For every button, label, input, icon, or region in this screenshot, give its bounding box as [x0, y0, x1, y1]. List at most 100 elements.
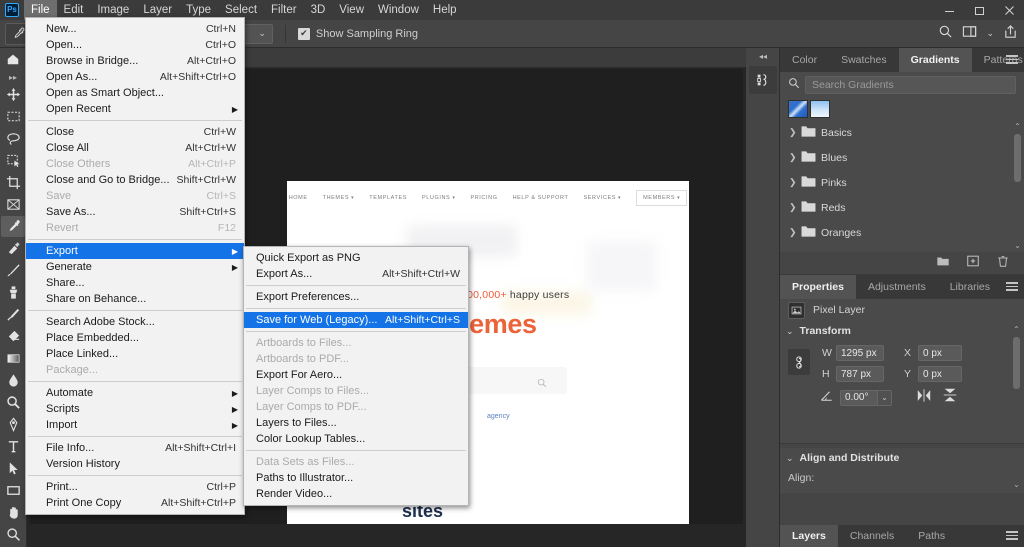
- eyedropper-tool-icon[interactable]: [1, 216, 25, 237]
- website-nav-templates[interactable]: TEMPLATES: [369, 195, 407, 201]
- blur-tool-icon[interactable]: [1, 370, 25, 391]
- file-menu-item-close[interactable]: CloseCtrl+W: [26, 124, 244, 140]
- path-selection-tool-icon[interactable]: [1, 458, 25, 479]
- x-input[interactable]: 0 px: [918, 345, 962, 361]
- scroll-thumb[interactable]: [1013, 337, 1020, 389]
- export-item-layers-to-files[interactable]: Layers to Files...: [244, 415, 468, 431]
- lasso-tool-icon[interactable]: [1, 128, 25, 149]
- brush-tool-icon[interactable]: [1, 260, 25, 281]
- website-nav-plugins[interactable]: PLUGINS▾: [422, 195, 455, 201]
- file-menu-item-close-all[interactable]: Close AllAlt+Ctrl+W: [26, 140, 244, 156]
- gradient-group-oranges[interactable]: ❯Oranges: [780, 220, 1024, 245]
- gradient-tool-icon[interactable]: [1, 348, 25, 369]
- panel-menu-icon[interactable]: [1006, 282, 1018, 293]
- w-input[interactable]: 1295 px: [836, 345, 884, 361]
- show-sampling-ring-checkbox[interactable]: ✔: [298, 28, 310, 40]
- menu-help[interactable]: Help: [426, 0, 464, 20]
- spot-healing-brush-tool-icon[interactable]: [1, 238, 25, 259]
- rectangle-tool-icon[interactable]: [1, 480, 25, 501]
- menu-view[interactable]: View: [332, 0, 371, 20]
- panel-menu-icon[interactable]: [1006, 531, 1018, 542]
- file-menu-item-automate[interactable]: Automate▶: [26, 385, 244, 401]
- gradient-group-basics[interactable]: ❯Basics: [780, 120, 1024, 145]
- export-item-export-for-aero[interactable]: Export For Aero...: [244, 367, 468, 383]
- search-gradients-input[interactable]: Search Gradients: [805, 76, 1016, 94]
- file-menu-item-place-linked[interactable]: Place Linked...: [26, 346, 244, 362]
- pen-tool-icon[interactable]: [1, 414, 25, 435]
- file-menu-item-export[interactable]: Export▶: [26, 243, 244, 259]
- panel-menu-icon[interactable]: [1006, 55, 1018, 66]
- website-nav-themes[interactable]: THEMES▾: [323, 195, 355, 201]
- chevron-down-icon[interactable]: ⌄: [986, 28, 994, 39]
- tab-channels[interactable]: Channels: [838, 525, 906, 547]
- file-menu-item-browse-in-bridge[interactable]: Browse in Bridge...Alt+Ctrl+O: [26, 53, 244, 69]
- home-icon[interactable]: [1, 48, 25, 69]
- tab-gradients[interactable]: Gradients: [899, 48, 972, 72]
- scroll-down-icon[interactable]: ⌄: [1013, 241, 1022, 250]
- angle-input[interactable]: 0.00°: [840, 390, 878, 406]
- file-menu-item-print[interactable]: Print...Ctrl+P: [26, 479, 244, 495]
- transform-section-header[interactable]: ⌄ Transform: [780, 321, 1024, 341]
- export-item-quick-export-as-png[interactable]: Quick Export as PNG: [244, 250, 468, 266]
- website-nav-home[interactable]: HOME: [289, 195, 308, 201]
- align-scrollbar[interactable]: ⌄: [1012, 452, 1021, 489]
- gradient-swatch-blue-diagonal[interactable]: [788, 100, 808, 118]
- agency-link[interactable]: agency: [487, 413, 510, 420]
- gradient-groups-list[interactable]: ❯Basics❯Blues❯Pinks❯Reds❯Oranges ⌃ ⌄: [780, 120, 1024, 252]
- history-brush-tool-icon[interactable]: [1, 304, 25, 325]
- move-tool-icon[interactable]: [1, 84, 25, 105]
- file-menu-dropdown[interactable]: New...Ctrl+NOpen...Ctrl+OBrowse in Bridg…: [25, 17, 245, 515]
- file-menu-item-open-as[interactable]: Open As...Alt+Shift+Ctrl+O: [26, 69, 244, 85]
- flip-vertical-icon[interactable]: [942, 387, 958, 408]
- tab-adjustments[interactable]: Adjustments: [856, 275, 938, 299]
- tab-layers[interactable]: Layers: [780, 525, 838, 547]
- file-menu-item-import[interactable]: Import▶: [26, 417, 244, 433]
- share-icon[interactable]: [1003, 24, 1018, 44]
- hand-tool-icon[interactable]: [1, 502, 25, 523]
- eraser-tool-icon[interactable]: [1, 326, 25, 347]
- file-menu-item-share[interactable]: Share...: [26, 275, 244, 291]
- file-menu-item-new[interactable]: New...Ctrl+N: [26, 21, 244, 37]
- chevron-down-icon[interactable]: ⌄: [878, 390, 892, 406]
- website-nav-pricing[interactable]: PRICING: [470, 195, 497, 201]
- export-item-color-lookup-tables[interactable]: Color Lookup Tables...: [244, 431, 468, 447]
- frame-tool-icon[interactable]: [1, 194, 25, 215]
- file-menu-item-share-on-behance[interactable]: Share on Behance...: [26, 291, 244, 307]
- gradient-group-pinks[interactable]: ❯Pinks: [780, 170, 1024, 195]
- gradient-scrollbar[interactable]: ⌃ ⌄: [1013, 122, 1022, 250]
- export-item-save-for-web-legacy[interactable]: Save for Web (Legacy)...Alt+Shift+Ctrl+S: [244, 312, 468, 328]
- website-nav-members[interactable]: MEMBERS▾: [636, 190, 687, 206]
- tab-properties[interactable]: Properties: [780, 275, 856, 299]
- website-nav-services[interactable]: SERVICES▾: [583, 195, 621, 201]
- tab-swatches[interactable]: Swatches: [829, 48, 899, 72]
- scroll-thumb[interactable]: [1014, 134, 1021, 182]
- new-group-icon[interactable]: [936, 254, 950, 273]
- clone-stamp-tool-icon[interactable]: [1, 282, 25, 303]
- scroll-up-icon[interactable]: ⌃: [1013, 122, 1022, 131]
- chevron-right-icon[interactable]: ❯: [789, 177, 801, 188]
- flip-horizontal-icon[interactable]: [916, 388, 932, 408]
- object-selection-tool-icon[interactable]: [1, 150, 25, 171]
- tab-color[interactable]: Color: [780, 48, 829, 72]
- export-item-export-preferences[interactable]: Export Preferences...: [244, 289, 468, 305]
- export-item-render-video[interactable]: Render Video...: [244, 486, 468, 502]
- delete-icon[interactable]: [996, 254, 1010, 273]
- file-menu-item-place-embedded[interactable]: Place Embedded...: [26, 330, 244, 346]
- file-menu-item-open[interactable]: Open...Ctrl+O: [26, 37, 244, 53]
- file-menu-item-version-history[interactable]: Version History: [26, 456, 244, 472]
- zoom-tool-icon[interactable]: [1, 524, 25, 545]
- close-icon[interactable]: [994, 0, 1024, 20]
- file-menu-item-search-adobe-stock[interactable]: Search Adobe Stock...: [26, 314, 244, 330]
- scroll-down-icon[interactable]: ⌄: [1012, 480, 1021, 489]
- align-section-header[interactable]: ⌄ Align and Distribute: [780, 448, 1024, 468]
- file-menu-item-open-recent[interactable]: Open Recent▶: [26, 101, 244, 117]
- type-tool-icon[interactable]: [1, 436, 25, 457]
- libraries-icon[interactable]: [749, 66, 777, 94]
- file-menu-item-scripts[interactable]: Scripts▶: [26, 401, 244, 417]
- file-menu-item-close-and-go-to-bridge[interactable]: Close and Go to Bridge...Shift+Ctrl+W: [26, 172, 244, 188]
- dock-collapse-icon[interactable]: ◂◂: [746, 48, 780, 64]
- link-wh-icon[interactable]: [788, 349, 810, 375]
- export-item-paths-to-illustrator[interactable]: Paths to Illustrator...: [244, 470, 468, 486]
- menu-window[interactable]: Window: [371, 0, 426, 20]
- chevron-right-icon[interactable]: ❯: [789, 227, 801, 238]
